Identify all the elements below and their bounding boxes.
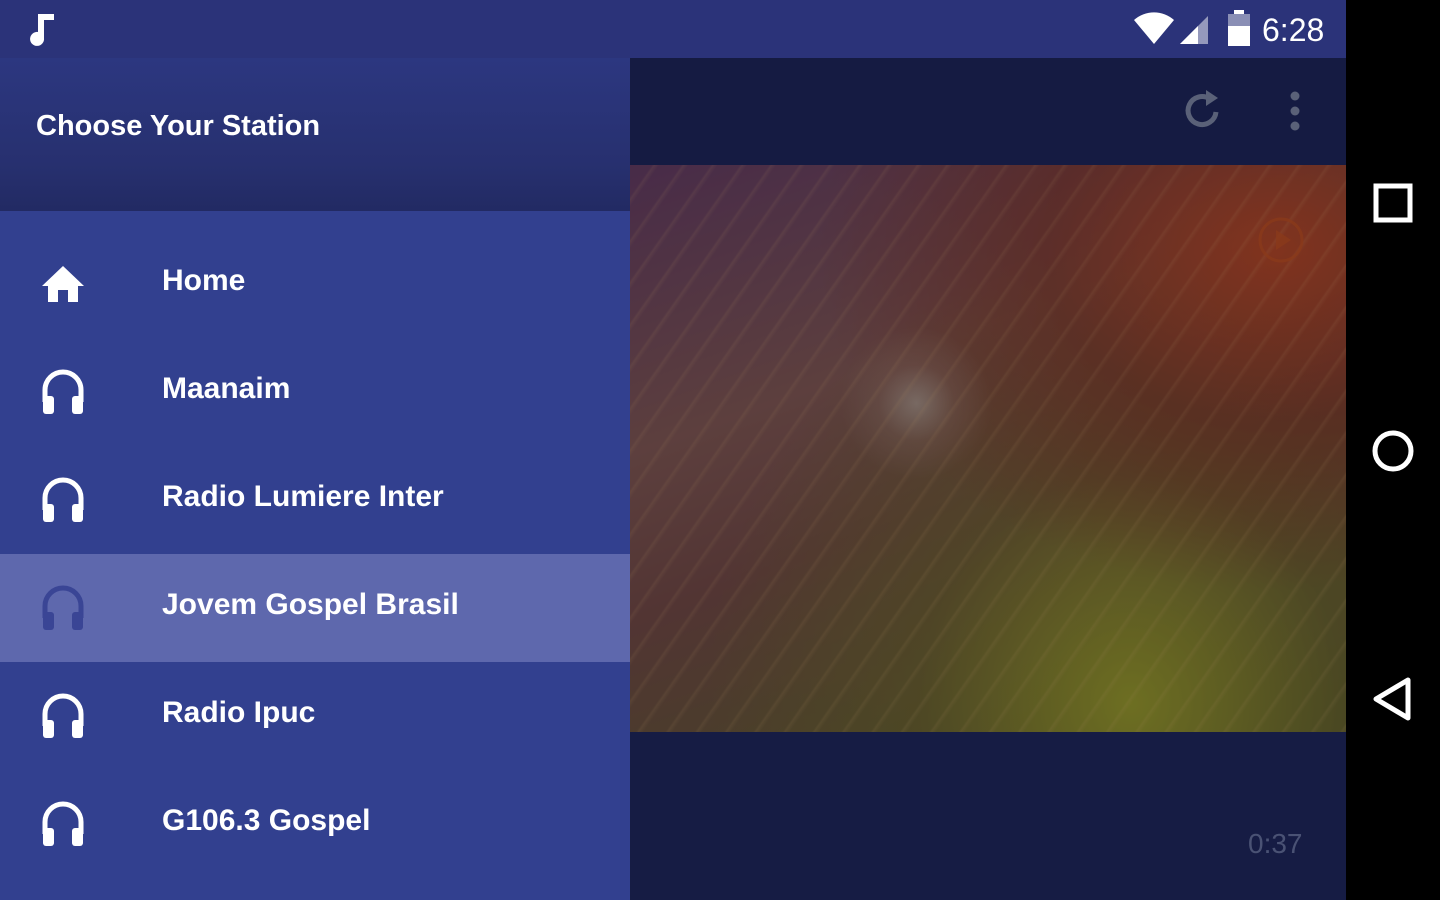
drawer-item-label: Home bbox=[162, 264, 246, 297]
headphones-icon bbox=[42, 369, 84, 414]
drawer-item-jovem-gospel-brasil[interactable]: Jovem Gospel Brasil bbox=[0, 554, 630, 662]
drawer-item-radio-ipuc[interactable]: Radio Ipuc bbox=[0, 662, 630, 770]
clock: 6:28 bbox=[1262, 12, 1325, 48]
cell-signal-icon bbox=[1180, 16, 1208, 44]
back-icon[interactable] bbox=[1368, 674, 1418, 724]
system-navigation-bar bbox=[1346, 0, 1440, 900]
drawer-item-radio-lumiere-inter[interactable]: Radio Lumiere Inter bbox=[0, 446, 630, 554]
album-artwork bbox=[630, 165, 1346, 732]
drawer-item-label: Radio Ipuc bbox=[162, 696, 316, 729]
station-list: Home Maanaim Radio Lumiere Inter Jovem G… bbox=[0, 230, 630, 878]
headphones-icon bbox=[42, 801, 84, 846]
play-icon[interactable] bbox=[1256, 215, 1306, 265]
headphones-icon bbox=[42, 477, 84, 522]
home-button-icon[interactable] bbox=[1368, 426, 1418, 476]
more-options-icon[interactable] bbox=[1280, 90, 1310, 132]
drawer-item-home[interactable]: Home bbox=[0, 230, 630, 338]
recents-icon[interactable] bbox=[1368, 178, 1418, 228]
player-content[interactable]: 0:37 bbox=[630, 58, 1346, 900]
wifi-icon bbox=[1134, 12, 1174, 44]
battery-icon bbox=[1228, 10, 1250, 46]
headphones-icon bbox=[42, 585, 84, 630]
drawer-item-label: Radio Lumiere Inter bbox=[162, 480, 444, 513]
elapsed-time: 0:37 bbox=[1248, 828, 1303, 859]
drawer-title: Choose Your Station bbox=[36, 110, 321, 142]
home-icon bbox=[42, 266, 84, 302]
headphones-icon bbox=[42, 693, 84, 738]
refresh-icon[interactable] bbox=[1180, 88, 1224, 134]
drawer-item-maanaim[interactable]: Maanaim bbox=[0, 338, 630, 446]
drawer-item-label: Jovem Gospel Brasil bbox=[162, 588, 459, 621]
drawer-item-label: G106.3 Gospel bbox=[162, 804, 371, 837]
navigation-drawer: Choose Your Station Home Maanaim Radio L… bbox=[0, 58, 630, 900]
toolbar bbox=[630, 58, 1346, 165]
drawer-item-g106-3-gospel[interactable]: G106.3 Gospel bbox=[0, 770, 630, 878]
player-controls-area bbox=[630, 732, 1346, 900]
drawer-item-label: Maanaim bbox=[162, 372, 291, 405]
status-bar: 6:28 bbox=[0, 0, 1346, 58]
drawer-header: Choose Your Station bbox=[0, 58, 630, 211]
music-note-icon bbox=[30, 14, 54, 46]
